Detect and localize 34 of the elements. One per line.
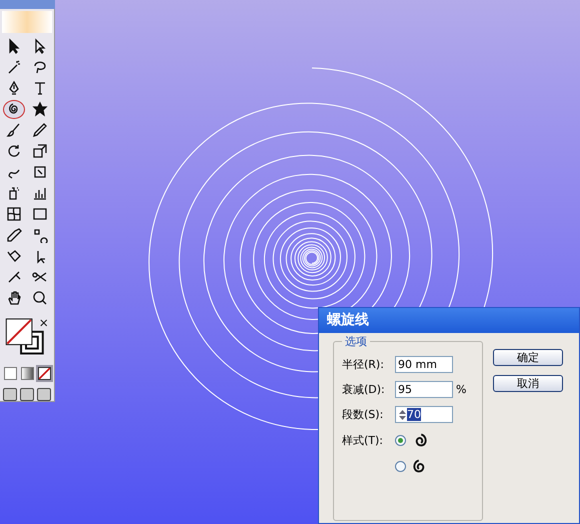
ok-button[interactable]: 确定 bbox=[493, 349, 563, 366]
dialog-title: 螺旋线 bbox=[319, 308, 579, 333]
type-tool-icon bbox=[32, 80, 48, 96]
color-mode-button[interactable] bbox=[38, 366, 50, 380]
toolbox-title-bar bbox=[0, 0, 54, 9]
color-mode-button[interactable] bbox=[20, 366, 34, 380]
unit-label: % bbox=[456, 383, 466, 396]
hand-tool-icon bbox=[6, 290, 22, 306]
scale-tool-icon bbox=[32, 143, 48, 160]
brush-tool-icon bbox=[6, 122, 22, 138]
screen-mode-button[interactable] bbox=[37, 388, 51, 401]
group-label: 选项 bbox=[342, 334, 370, 349]
graph-tool-icon bbox=[32, 185, 48, 202]
star-tool-icon bbox=[32, 101, 48, 118]
rotate-tool-icon bbox=[6, 143, 22, 160]
radio-button[interactable] bbox=[395, 434, 406, 446]
lasso-tool-icon bbox=[32, 59, 48, 76]
pencil-tool-icon bbox=[32, 122, 48, 138]
zoom-tool-icon bbox=[32, 290, 48, 306]
input-field[interactable]: 90 mm bbox=[395, 356, 453, 373]
color-mode-button[interactable] bbox=[4, 366, 16, 380]
screen-mode-button[interactable] bbox=[20, 388, 34, 401]
field-label: 衰减(D): bbox=[342, 382, 386, 397]
screen-mode-button[interactable] bbox=[3, 388, 17, 401]
field-label: 段数(S): bbox=[342, 407, 384, 422]
magic-wand-tool-icon bbox=[6, 59, 22, 76]
spinner-icon[interactable] bbox=[398, 408, 407, 420]
input-field[interactable]: 70 bbox=[395, 406, 453, 423]
cancel-button[interactable]: 取消 bbox=[493, 375, 563, 392]
input-field[interactable]: 95 bbox=[395, 381, 453, 398]
radio-button[interactable] bbox=[395, 460, 406, 472]
tool-button[interactable] bbox=[3, 100, 25, 119]
field-label: 半径(R): bbox=[342, 357, 385, 372]
field-label: 样式(T): bbox=[342, 434, 384, 446]
